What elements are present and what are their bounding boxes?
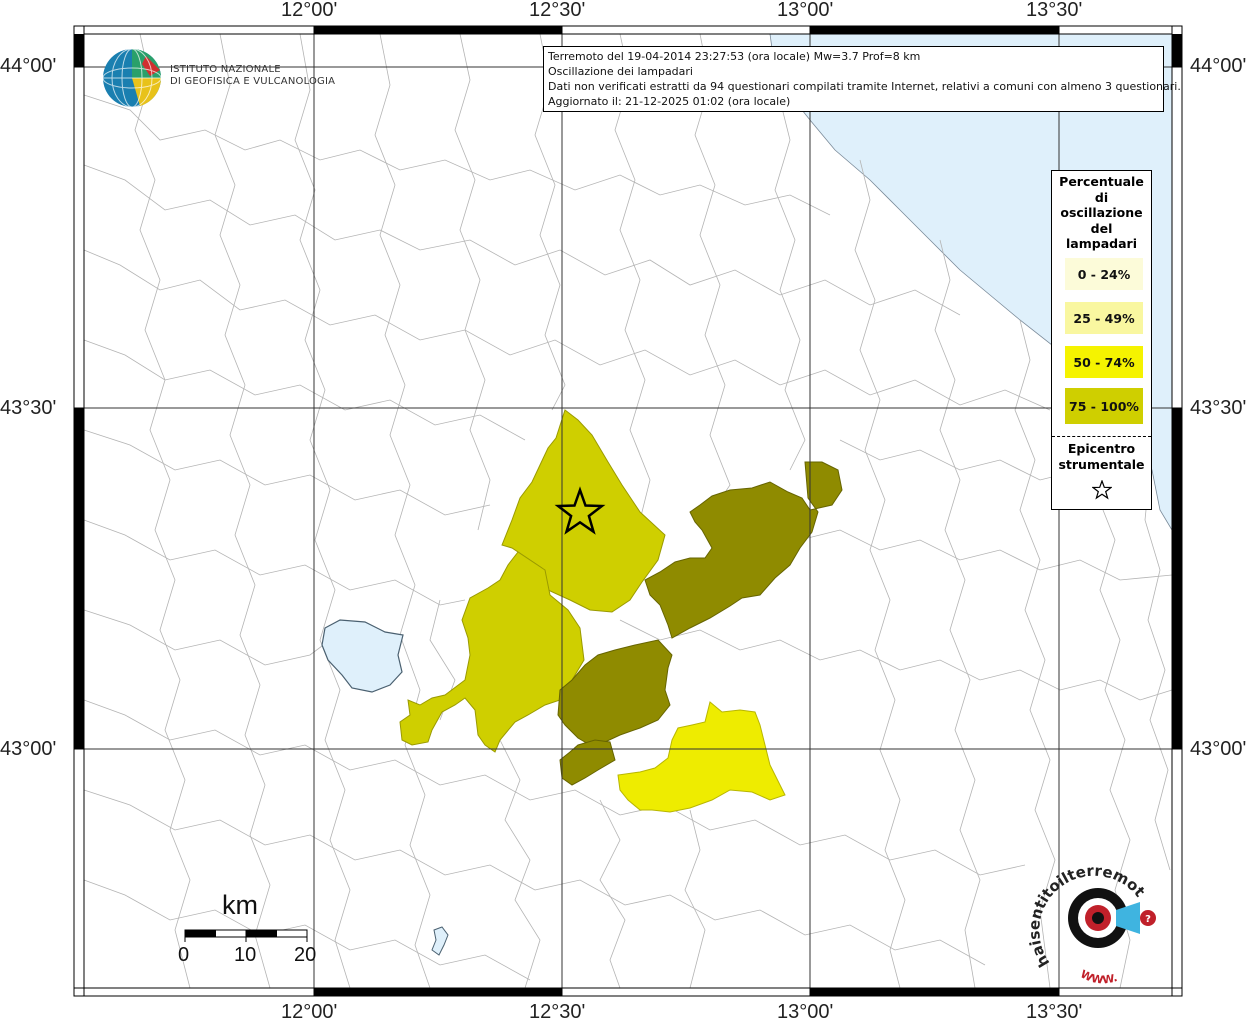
bottom-axis-label-2: 12°30' [529, 1001, 586, 1023]
ingv-globe-icon [102, 48, 162, 108]
scale-bar: km 0 10 20 [178, 888, 330, 978]
bottom-axis-label-3: 13°00' [777, 1001, 834, 1023]
update-time: Aggiornato il: 21-12-2025 01:02 (ora loc… [548, 95, 791, 108]
legend-item-25-49: 25 - 49% [1065, 302, 1143, 334]
legend-title: Percentuale di oscillazione del lampadar… [1052, 174, 1151, 252]
bottom-axis-label-4: 13°30' [1026, 1001, 1083, 1023]
haisentito-logo: haisentitoilterremoto.it WWW. ? [1028, 858, 1156, 987]
scale-unit-label: km [222, 890, 258, 920]
legend-epicenter-label: Epicentro strumentale [1052, 441, 1151, 473]
legend-title-line-3: oscillazione [1060, 205, 1143, 220]
legend-title-line-5: lampadari [1066, 236, 1137, 251]
ingv-logo-text: ISTITUTO NAZIONALE DI GEOFISICA E VULCAN… [170, 64, 335, 88]
bottom-axis-label-1: 12°00' [281, 1001, 338, 1023]
scale-label-0: 0 [178, 944, 190, 966]
legend-title-line-4: del [1090, 220, 1113, 236]
ingv-line-2: DI GEOFISICA E VULCANOLOGIA [170, 76, 336, 87]
right-axis-label-3: 43°00' [1190, 738, 1247, 760]
event-title: Terremoto del 19-04-2014 23:27:53 (ora l… [548, 50, 921, 63]
left-axis-label-1: 44°00' [0, 55, 57, 77]
left-axis-label-3: 43°00' [0, 738, 57, 760]
event-info-box: Terremoto del 19-04-2014 23:27:53 (ora l… [543, 46, 1181, 112]
legend-item-50-74: 50 - 74% [1065, 346, 1143, 378]
top-axis-label-4: 13°30' [1026, 0, 1083, 21]
right-axis-label-1: 44°00' [1190, 55, 1247, 77]
legend: Percentuale di oscillazione del lampadar… [1051, 170, 1152, 510]
top-axis-label-3: 13°00' [777, 0, 834, 21]
legend-star-icon [1092, 480, 1112, 500]
data-note: Dati non verificati estratti da 94 quest… [548, 80, 1181, 93]
haisentito-www: WWW. [1078, 967, 1119, 986]
legend-title-line-1: Percentuale [1059, 174, 1144, 189]
right-axis-label-2: 43°30' [1190, 397, 1247, 419]
ingv-line-1: ISTITUTO NAZIONALE [170, 64, 281, 75]
legend-separator [1052, 436, 1151, 437]
legend-title-line-2: di [1094, 189, 1109, 205]
question-mark-icon: ? [1145, 914, 1151, 925]
legend-item-75-100: 75 - 100% [1065, 388, 1143, 424]
scale-label-10: 10 [234, 944, 257, 966]
legend-epicenter-line-1: Epicentro [1067, 441, 1136, 456]
top-axis-label-2: 12°30' [529, 0, 586, 21]
legend-item-0-24: 0 - 24% [1065, 258, 1143, 290]
legend-epicenter-line-2: strumentale [1058, 457, 1145, 472]
top-axis-label-1: 12°00' [281, 0, 338, 21]
left-axis-label-2: 43°30' [0, 397, 57, 419]
map-subject: Oscillazione dei lampadari [548, 65, 693, 78]
scale-label-20: 20 [294, 944, 317, 966]
